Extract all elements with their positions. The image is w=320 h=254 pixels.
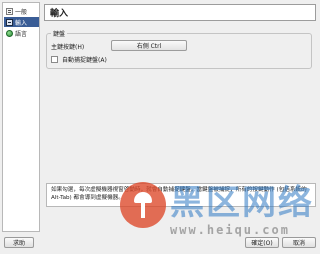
host-key-label: 主鍵按鍵(H) xyxy=(51,43,85,51)
sidebar-item-general[interactable]: 一般 xyxy=(4,6,39,16)
host-key-row: 主鍵按鍵(H) 右側 Ctrl xyxy=(51,40,187,51)
sidebar-item-input[interactable]: 輸入 xyxy=(4,17,39,27)
settings-sidebar: 一般 輸入 語言 xyxy=(2,2,40,232)
sidebar-item-label: 一般 xyxy=(15,8,28,16)
keyboard-icon xyxy=(6,18,13,26)
auto-capture-label: 自動捕捉鍵盤(A) xyxy=(62,56,107,64)
watermark-logo xyxy=(120,182,166,228)
sidebar-item-label: 語言 xyxy=(15,30,28,38)
page-title-text: 輸入 xyxy=(50,9,69,19)
keyboard-group: 鍵盤 主鍵按鍵(H) 右側 Ctrl 自動捕捉鍵盤(A) xyxy=(46,29,312,69)
help-button[interactable]: 求助 xyxy=(4,237,34,248)
globe-icon xyxy=(6,29,13,37)
ok-button[interactable]: 確定(O) xyxy=(245,237,279,248)
host-key-button[interactable]: 右側 Ctrl xyxy=(111,40,187,51)
general-icon xyxy=(6,7,13,15)
sidebar-item-language[interactable]: 語言 xyxy=(4,28,39,38)
sidebar-item-label: 輸入 xyxy=(15,19,28,27)
auto-capture-checkbox[interactable] xyxy=(51,55,58,63)
watermark-logo-mark xyxy=(134,192,152,218)
auto-capture-row: 自動捕捉鍵盤(A) xyxy=(51,55,107,64)
keyboard-group-title: 鍵盤 xyxy=(51,29,68,38)
watermark-text: 黑区网络 xyxy=(170,183,314,223)
page-title: 輸入 xyxy=(44,4,316,21)
cancel-button[interactable]: 取消 xyxy=(282,237,316,248)
watermark-url: www.heiqu.com xyxy=(170,223,290,237)
settings-window: 一般 輸入 語言 輸入 鍵盤 主鍵按鍵(H) 右側 Ctrl 自動捕捉鍵盤(A)… xyxy=(0,0,320,254)
